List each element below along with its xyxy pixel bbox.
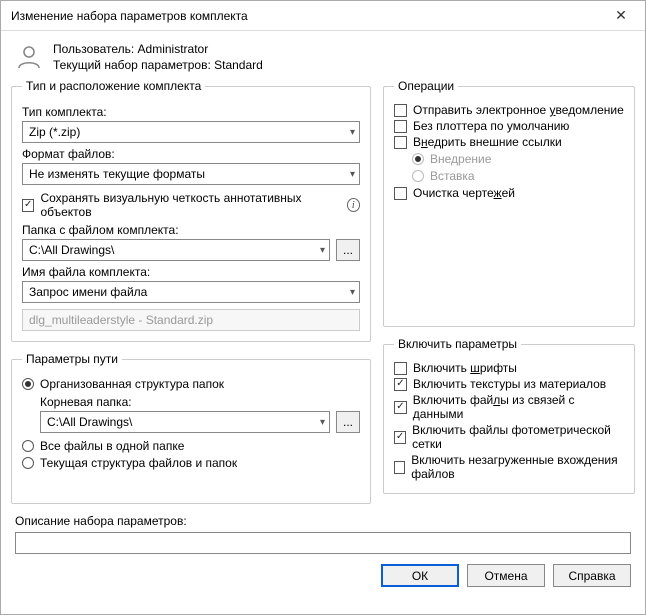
checkbox-box xyxy=(22,199,34,212)
checkbox-box xyxy=(394,362,407,375)
chevron-down-icon: ▾ xyxy=(350,287,355,298)
chevron-down-icon: ▾ xyxy=(320,417,325,428)
titlebar: Изменение набора параметров комплекта ✕ xyxy=(1,1,645,31)
combo-root-folder-value: C:\All Drawings\ xyxy=(47,415,132,429)
group-path-options: Параметры пути Организованная структура … xyxy=(11,352,371,504)
browse-root-button[interactable]: ... xyxy=(336,411,360,433)
header: Пользователь: Administrator Текущий набо… xyxy=(1,31,645,79)
checkbox-box xyxy=(394,401,407,414)
radio-dot xyxy=(22,457,34,469)
checkbox-no-plotter[interactable]: Без плоттера по умолчанию xyxy=(394,119,624,133)
filename-preview: dlg_multileaderstyle - Standard.zip xyxy=(22,309,360,331)
radio-dot xyxy=(22,440,34,452)
radio-dot xyxy=(22,378,34,390)
select-package-type[interactable]: Zip (*.zip) ▾ xyxy=(22,121,360,143)
info-icon[interactable]: i xyxy=(347,198,360,212)
select-package-type-value: Zip (*.zip) xyxy=(29,125,80,139)
checkbox-purge-drawings[interactable]: Очистка чертежей xyxy=(394,186,624,200)
checkbox-box xyxy=(394,187,407,200)
chevron-down-icon: ▾ xyxy=(350,127,355,138)
radio-bind-embed: Внедрение xyxy=(412,152,624,166)
radio-dot xyxy=(412,170,424,182)
group-operations: Операции Отправить электронное уведомлен… xyxy=(383,79,635,327)
radio-organized-folders[interactable]: Организованная структура папок xyxy=(22,377,360,391)
checkbox-bind-xrefs[interactable]: Внедрить внешние ссылки xyxy=(394,135,624,149)
checkbox-box xyxy=(394,378,407,391)
label-file-format: Формат файлов: xyxy=(22,147,360,161)
checkbox-label: Сохранять визуальную четкость аннотативн… xyxy=(40,191,340,219)
setup-label: Текущий набор параметров: Standard xyxy=(53,57,263,73)
description-label: Описание набора параметров: xyxy=(15,514,631,528)
label-package-folder: Папка с файлом комплекта: xyxy=(22,223,360,237)
close-icon[interactable]: ✕ xyxy=(601,2,641,30)
checkbox-box xyxy=(394,431,406,444)
group-operations-legend: Операции xyxy=(394,79,458,93)
checkbox-include-photometric[interactable]: Включить файлы фотометрической сетки xyxy=(394,423,624,451)
select-file-format-value: Не изменять текущие форматы xyxy=(29,167,205,181)
checkbox-include-unloaded[interactable]: Включить незагруженные вхождения файлов xyxy=(394,453,624,481)
user-icon xyxy=(15,44,43,70)
radio-dot xyxy=(412,153,424,165)
cancel-button[interactable]: Отмена xyxy=(467,564,545,587)
select-filename-mode[interactable]: Запрос имени файла ▾ xyxy=(22,281,360,303)
label-package-type: Тип комплекта: xyxy=(22,105,360,119)
description-input[interactable] xyxy=(15,532,631,554)
group-include-legend: Включить параметры xyxy=(394,337,521,351)
select-file-format[interactable]: Не изменять текущие форматы ▾ xyxy=(22,163,360,185)
window-title: Изменение набора параметров комплекта xyxy=(11,9,601,23)
checkbox-box xyxy=(394,136,407,149)
label-package-filename: Имя файла комплекта: xyxy=(22,265,360,279)
checkbox-include-fonts[interactable]: Включить шрифты xyxy=(394,361,624,375)
ok-button[interactable]: ОК xyxy=(381,564,459,587)
combo-root-folder[interactable]: C:\All Drawings\ ▾ xyxy=(40,411,330,433)
combo-package-folder-value: C:\All Drawings\ xyxy=(29,243,114,257)
chevron-down-icon: ▾ xyxy=(350,169,355,180)
checkbox-box xyxy=(394,120,407,133)
checkbox-annotative-fidelity[interactable]: Сохранять визуальную четкость аннотативн… xyxy=(22,191,360,219)
radio-bind-insert: Вставка xyxy=(412,169,624,183)
checkbox-box xyxy=(394,104,407,117)
help-button[interactable]: Справка xyxy=(553,564,631,587)
group-type-legend: Тип и расположение комплекта xyxy=(22,79,205,93)
browse-folder-button[interactable]: ... xyxy=(336,239,360,261)
button-bar: ОК Отмена Справка xyxy=(1,554,645,597)
checkbox-include-textures[interactable]: Включить текстуры из материалов xyxy=(394,377,624,391)
checkbox-include-datalinks[interactable]: Включить файлы из связей с данными xyxy=(394,393,624,421)
group-include: Включить параметры Включить шрифты Включ… xyxy=(383,337,635,494)
checkbox-box xyxy=(394,461,405,474)
chevron-down-icon: ▾ xyxy=(320,245,325,256)
group-type-location: Тип и расположение комплекта Тип комплек… xyxy=(11,79,371,342)
combo-package-folder[interactable]: C:\All Drawings\ ▾ xyxy=(22,239,330,261)
radio-one-folder[interactable]: Все файлы в одной папке xyxy=(22,439,360,453)
checkbox-send-email[interactable]: Отправить электронное уведомление xyxy=(394,103,624,117)
label-root-folder: Корневая папка: xyxy=(40,395,360,409)
radio-current-structure[interactable]: Текущая структура файлов и папок xyxy=(22,456,360,470)
select-filename-mode-value: Запрос имени файла xyxy=(29,285,147,299)
user-label: Пользователь: Administrator xyxy=(53,41,263,57)
group-path-legend: Параметры пути xyxy=(22,352,122,366)
